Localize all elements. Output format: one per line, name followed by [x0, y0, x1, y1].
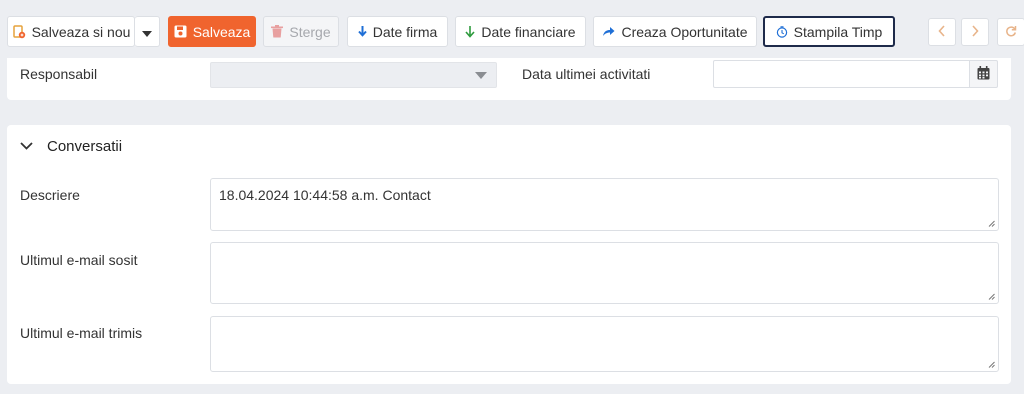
arrow-down-icon [357, 25, 367, 38]
toolbar: Salveaza si nou Salveaza Sterge Date fir… [0, 0, 1024, 58]
description-textarea[interactable]: 18.04.2024 10:44:58 a.m. Contact [210, 178, 999, 231]
delete-label: Sterge [289, 23, 331, 40]
conversations-section-header[interactable]: Conversatii [20, 136, 122, 156]
responsible-select[interactable] [210, 62, 497, 88]
description-value: 18.04.2024 10:44:58 a.m. Contact [219, 187, 431, 203]
refresh-button[interactable] [997, 18, 1024, 46]
share-arrow-icon [602, 26, 615, 37]
save-and-new-label: Salveaza si nou [31, 23, 131, 40]
company-data-button[interactable]: Date firma [347, 16, 448, 47]
save-label: Salveaza [192, 23, 251, 40]
financial-data-button[interactable]: Date financiare [455, 16, 586, 47]
caret-down-icon [142, 24, 152, 40]
conversations-title: Conversatii [47, 137, 123, 155]
arrow-down-icon [465, 25, 476, 38]
chevron-left-icon [938, 24, 946, 40]
last-email-received-textarea[interactable] [210, 242, 999, 304]
calendar-icon [977, 65, 990, 83]
create-opportunity-label: Creaza Oportunitate [621, 23, 748, 40]
save-and-new-button[interactable]: Salveaza si nou [7, 16, 135, 47]
previous-record-button[interactable] [928, 18, 956, 46]
company-data-label: Date firma [372, 23, 438, 40]
refresh-icon [1005, 24, 1017, 40]
timestamp-button[interactable]: Stampila Timp [763, 16, 895, 47]
calendar-button[interactable] [969, 60, 998, 88]
save-button[interactable]: Salveaza [168, 16, 256, 47]
financial-data-label: Date financiare [481, 23, 576, 40]
create-opportunity-button[interactable]: Creaza Oportunitate [593, 16, 757, 47]
save-options-dropdown[interactable] [135, 16, 160, 47]
description-label: Descriere [20, 187, 80, 203]
caret-down-icon [475, 72, 487, 79]
resize-handle-icon[interactable] [988, 293, 995, 300]
floppy-disk-icon [174, 25, 187, 38]
last-email-sent-label: Ultimul e-mail trimis [20, 325, 143, 341]
trash-icon [271, 25, 284, 38]
timestamp-label: Stampila Timp [793, 23, 883, 40]
resize-handle-icon[interactable] [988, 361, 995, 368]
save-new-icon [12, 24, 26, 39]
last-email-sent-textarea[interactable] [210, 316, 999, 372]
last-activity-date-input[interactable] [713, 60, 970, 88]
last-email-received-label: Ultimul e-mail sosit [20, 252, 138, 268]
last-activity-label: Data ultimei activitati [522, 66, 651, 82]
delete-button[interactable]: Sterge [263, 16, 339, 47]
responsible-label: Responsabil [20, 66, 98, 82]
next-record-button[interactable] [961, 18, 989, 46]
resize-handle-icon[interactable] [988, 220, 995, 227]
chevron-right-icon [971, 24, 979, 40]
clock-icon [776, 25, 788, 38]
chevron-down-icon [20, 142, 33, 150]
